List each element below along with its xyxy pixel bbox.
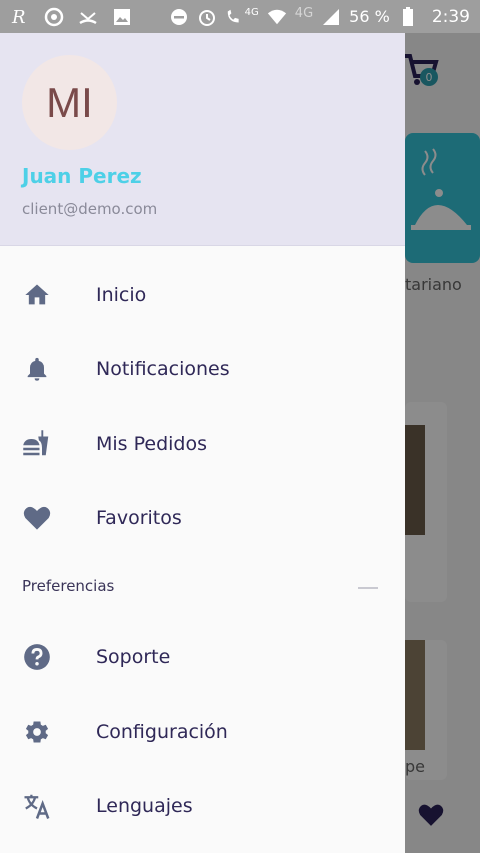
section-title-preferencias: Preferencias <box>22 577 115 595</box>
menu-item-lenguajes[interactable]: Lenguajes <box>0 769 405 843</box>
network-label: 4G <box>244 7 259 18</box>
gear-icon <box>22 717 52 747</box>
heart-icon <box>22 503 52 533</box>
user-email: client@demo.com <box>22 200 158 218</box>
menu-label: Soporte <box>96 646 171 668</box>
menu-item-configuracion[interactable]: Configuración <box>0 695 405 769</box>
menu-item-notificaciones[interactable]: Notificaciones <box>0 332 405 406</box>
collapse-icon[interactable] <box>358 587 378 589</box>
help-icon <box>22 642 52 672</box>
wifi-icon <box>267 7 287 27</box>
battery-percent: 56 % <box>349 7 390 26</box>
translate-icon <box>22 791 52 821</box>
dnd-icon <box>169 7 189 27</box>
app-r-icon: R <box>10 7 30 27</box>
drawer-header: MI Juan Perez client@demo.com <box>0 33 405 246</box>
user-name: Juan Perez <box>22 164 142 188</box>
battery-icon <box>398 6 418 27</box>
network-label-2: 4G <box>294 6 314 21</box>
avatar[interactable]: MI <box>22 55 117 150</box>
bell-icon <box>22 354 52 384</box>
menu-label: Configuración <box>96 721 228 743</box>
navigation-drawer: MI Juan Perez client@demo.com Inicio Not… <box>0 33 405 853</box>
menu-item-favoritos[interactable]: Favoritos <box>0 481 405 555</box>
call-4g-icon <box>225 7 245 27</box>
missed-call-icon <box>78 7 98 27</box>
menu-label: Mis Pedidos <box>96 433 208 455</box>
clock: 2:39 <box>431 6 470 27</box>
menu-label: Inicio <box>96 284 147 306</box>
menu-item-soporte[interactable]: Soporte <box>0 620 405 694</box>
alarm-icon <box>197 7 217 27</box>
menu-item-mis-pedidos[interactable]: Mis Pedidos <box>0 407 405 481</box>
signal-icon <box>321 7 341 27</box>
image-icon <box>112 7 132 27</box>
menu-label: Favoritos <box>96 507 182 529</box>
chrome-icon <box>44 7 64 27</box>
svg-text:R: R <box>11 7 26 27</box>
menu-item-inicio[interactable]: Inicio <box>0 258 405 332</box>
orders-icon <box>22 429 52 459</box>
menu-label: Lenguajes <box>96 795 193 817</box>
status-bar: R 4G 4G 56 % 2:39 <box>0 0 480 33</box>
home-icon <box>22 280 52 310</box>
menu-label: Notificaciones <box>96 358 230 380</box>
